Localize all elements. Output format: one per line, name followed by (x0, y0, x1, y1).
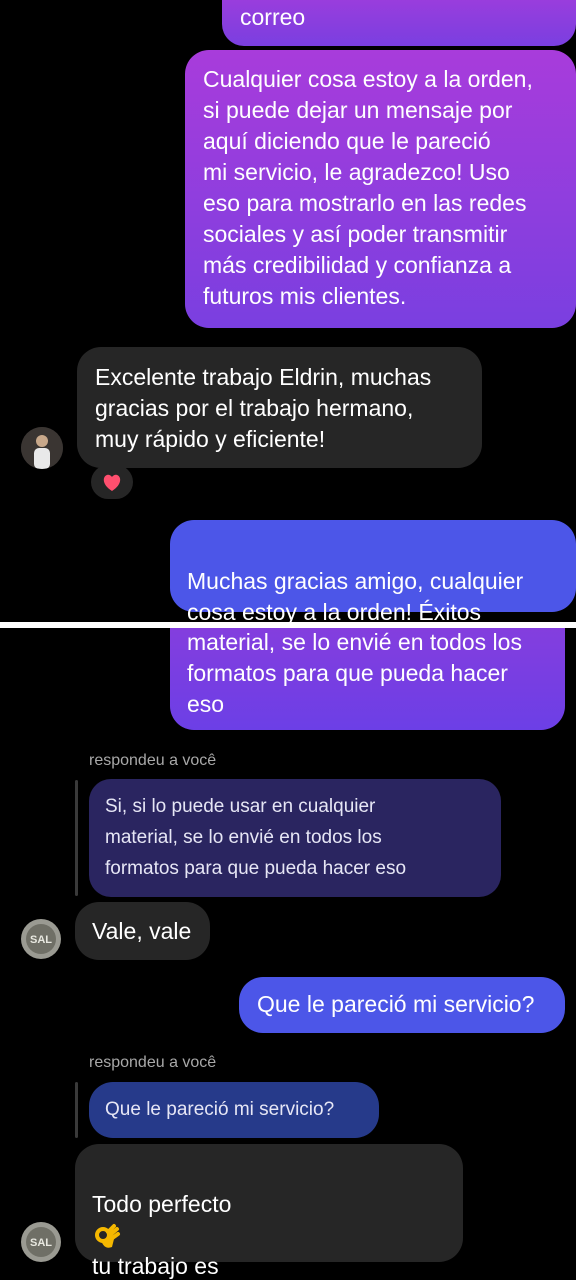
incoming-message[interactable]: Todo perfecto tu trabajo es admirable, t… (75, 1144, 463, 1279)
outgoing-message[interactable]: Cualquier cosa estoy a la orden, si pued… (185, 50, 576, 328)
reply-bar (75, 780, 78, 896)
quoted-message[interactable]: Que le pareció mi servicio? (89, 1082, 379, 1138)
heart-reaction[interactable] (91, 465, 133, 499)
message-text-continued: tu trabajo es admirable, te deseo mucho … (92, 1253, 219, 1279)
contact-avatar[interactable] (21, 427, 63, 469)
contact-avatar[interactable]: SAL (21, 919, 61, 959)
avatar-logo-text: SAL (30, 1237, 52, 1249)
reply-bar (75, 1082, 78, 1138)
avatar-logo-icon: SAL (21, 919, 61, 959)
incoming-message[interactable]: Excelente trabajo Eldrin, muchas gracias… (77, 347, 482, 468)
ok-hand-icon (95, 1223, 120, 1248)
contact-avatar[interactable]: SAL (21, 1222, 61, 1262)
outgoing-message[interactable]: Que le pareció mi servicio? (239, 977, 565, 1033)
message-text: Todo perfecto (92, 1191, 232, 1217)
chat-panel-top: correo Cualquier cosa estoy a la orden, … (0, 0, 576, 622)
incoming-message[interactable]: Vale, vale (75, 902, 210, 960)
heart-icon (103, 474, 121, 491)
reply-label: respondeu a você (89, 1054, 217, 1071)
avatar-photo-icon (21, 427, 63, 469)
quoted-message[interactable]: Si, si lo puede usar en cualquier materi… (89, 779, 501, 897)
outgoing-message-cut[interactable]: correo (222, 0, 576, 46)
outgoing-message[interactable]: Muchas gracias amigo, cualquier cosa est… (170, 520, 576, 622)
chat-panel-bottom: material, se lo envié en todos los forma… (0, 628, 576, 1280)
outgoing-message-cut[interactable]: material, se lo envié en todos los forma… (170, 628, 565, 730)
avatar-logo-icon: SAL (21, 1222, 61, 1262)
message-text: Muchas gracias amigo, cualquier cosa est… (187, 568, 524, 622)
reply-label: respondeu a você (89, 752, 217, 769)
avatar-logo-text: SAL (30, 934, 52, 946)
